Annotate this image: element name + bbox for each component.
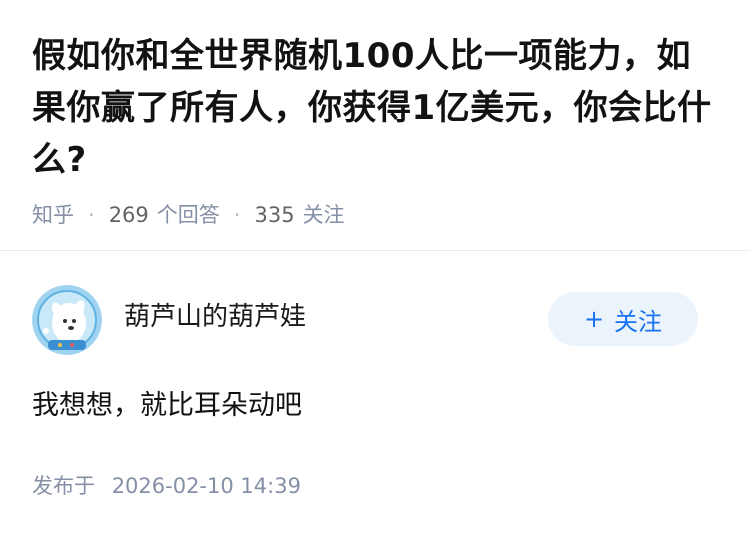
answer-content[interactable]: 我想想，就比耳朵动吧 xyxy=(32,386,718,426)
follow-count-label[interactable]: 关注 xyxy=(303,200,345,230)
author-name[interactable]: 葫芦山的葫芦娃 xyxy=(124,296,548,333)
astronaut-dog-avatar-icon[interactable] xyxy=(32,285,102,355)
meta-separator: · xyxy=(233,203,241,227)
plus-icon: + xyxy=(583,305,605,333)
published-time: 2026-02-10 14:39 xyxy=(111,474,301,498)
question-meta: 知乎 · 269 个回答 · 335 关注 xyxy=(32,200,718,230)
answer-count: 269 xyxy=(108,203,149,227)
section-divider xyxy=(0,250,750,251)
question-header: 假如你和全世界随机100人比一项能力，如果你赢了所有人，你获得1亿美元，你会比什… xyxy=(0,0,750,230)
answer-meta: 发布于 2026-02-10 14:39 xyxy=(32,470,718,500)
follow-count: 335 xyxy=(254,203,295,227)
answer-card: 葫芦山的葫芦娃 + 关注 我想想，就比耳朵动吧 发布于 2026-02-10 1… xyxy=(32,284,718,500)
published-label: 发布于 xyxy=(32,474,95,498)
follow-button-label: 关注 xyxy=(614,307,663,336)
question-title[interactable]: 假如你和全世界随机100人比一项能力，如果你赢了所有人，你获得1亿美元，你会比什… xyxy=(32,30,718,186)
source-label[interactable]: 知乎 xyxy=(32,200,74,230)
meta-separator: · xyxy=(88,203,95,227)
follow-button[interactable]: + 关注 xyxy=(548,292,698,346)
author-row: 葫芦山的葫芦娃 + 关注 xyxy=(32,284,718,356)
answer-count-label[interactable]: 个回答 xyxy=(157,200,220,230)
